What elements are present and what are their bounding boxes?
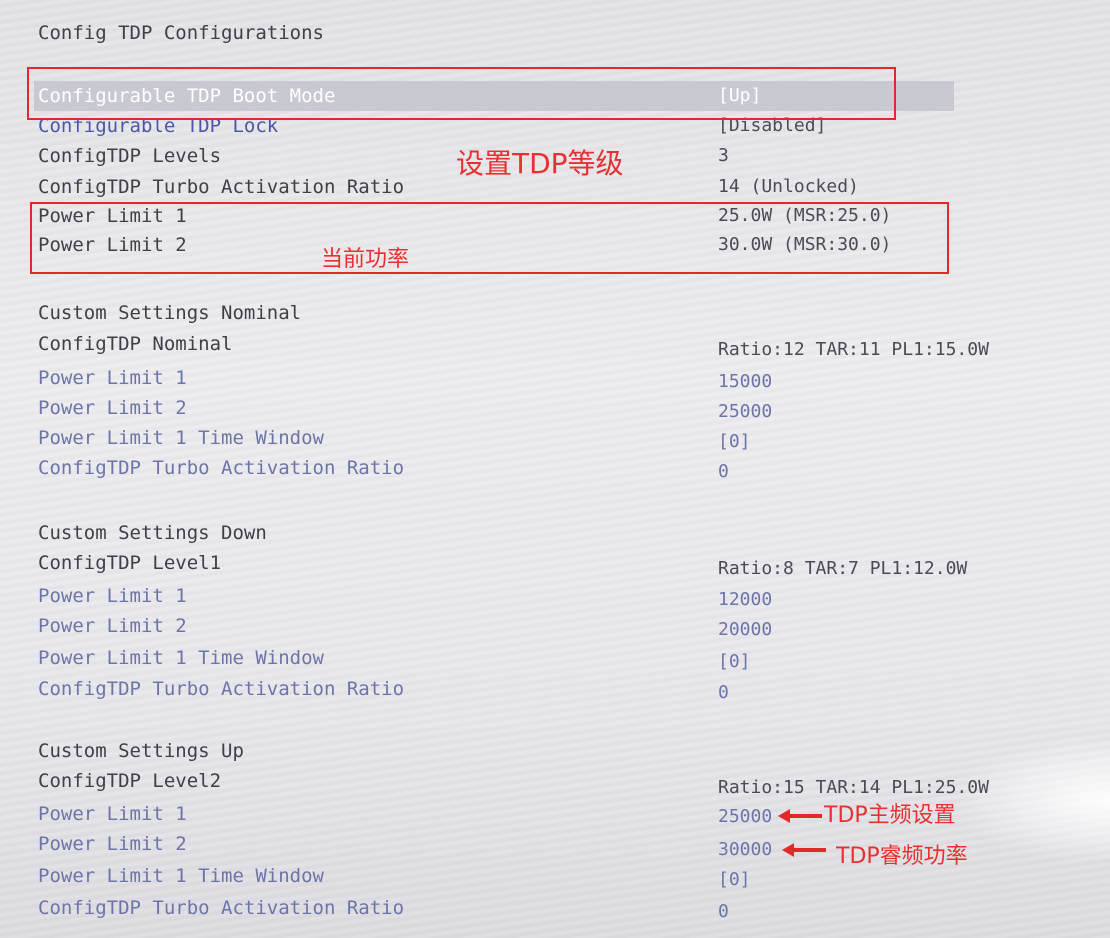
- setting-label: ConfigTDP Turbo Activation Ratio: [38, 897, 405, 919]
- setting-label: Power Limit 2: [38, 397, 187, 419]
- setting-label: Power Limit 1: [38, 585, 187, 607]
- setting-value[interactable]: 0: [718, 457, 729, 487]
- section-heading: Custom Settings Up: [38, 740, 244, 762]
- section-heading: Custom Settings Down: [38, 522, 267, 544]
- annotation-tdp-level: 设置TDP等级: [456, 147, 624, 180]
- setting-label: Power Limit 1 Time Window: [38, 865, 324, 887]
- setting-value[interactable]: 0: [718, 897, 729, 927]
- arrow-left-icon: [782, 843, 826, 857]
- down-power-limit-2[interactable]: Power Limit 2 20000: [0, 611, 1110, 641]
- summary-nominal: ConfigTDP Nominal Ratio:12 TAR:11 PL1:15…: [0, 329, 1110, 360]
- info-value: 3: [718, 145, 729, 166]
- setting-label: ConfigTDP Turbo Activation Ratio: [38, 678, 405, 700]
- setting-label: Power Limit 1 Time Window: [38, 427, 324, 449]
- setting-label: Power Limit 1: [38, 803, 187, 825]
- section-heading: Custom Settings Nominal: [38, 302, 302, 324]
- summary-label: ConfigTDP Nominal: [38, 333, 233, 355]
- setting-label: Power Limit 2: [38, 833, 187, 855]
- down-power-limit-1[interactable]: Power Limit 1 12000: [0, 581, 1110, 611]
- nominal-power-limit-2[interactable]: Power Limit 2 25000: [0, 393, 1110, 423]
- annotation-box-power-limits: [30, 202, 949, 274]
- setting-value[interactable]: [0]: [718, 865, 751, 895]
- info-label: ConfigTDP Turbo Activation Ratio: [38, 176, 405, 198]
- setting-value[interactable]: [0]: [718, 647, 751, 677]
- setting-value[interactable]: 20000: [718, 615, 772, 645]
- setting-label: ConfigTDP Turbo Activation Ratio: [38, 457, 405, 479]
- section-heading-down: Custom Settings Down: [0, 518, 1110, 548]
- annotation-tdp-turbo-power: TDP睿频功率: [836, 844, 968, 869]
- summary-value: Ratio:8 TAR:7 PL1:12.0W: [718, 558, 968, 579]
- info-label: ConfigTDP Levels: [38, 145, 222, 167]
- summary-label: ConfigTDP Level1: [38, 552, 222, 574]
- down-time-window[interactable]: Power Limit 1 Time Window [0]: [0, 643, 1110, 673]
- setting-label: Power Limit 1: [38, 367, 187, 389]
- page-title: Config TDP Configurations: [38, 22, 324, 44]
- annotation-box-boot-mode: [27, 67, 896, 120]
- nominal-time-window[interactable]: Power Limit 1 Time Window [0]: [0, 423, 1110, 453]
- setting-label: Power Limit 2: [38, 615, 187, 637]
- annotation-tdp-base-freq: TDP主频设置: [824, 803, 956, 828]
- summary-up: ConfigTDP Level2 Ratio:15 TAR:14 PL1:25.…: [0, 766, 1110, 798]
- setting-label: Power Limit 1 Time Window: [38, 647, 324, 669]
- setting-value[interactable]: 0: [718, 678, 729, 708]
- summary-label: ConfigTDP Level2: [38, 770, 222, 792]
- nominal-turbo-ratio[interactable]: ConfigTDP Turbo Activation Ratio 0: [0, 453, 1110, 483]
- section-heading-nominal: Custom Settings Nominal: [0, 298, 1110, 328]
- section-heading-up: Custom Settings Up: [0, 736, 1110, 766]
- setting-value[interactable]: 25000: [718, 802, 772, 832]
- annotation-current-power: 当前功率: [321, 247, 410, 272]
- summary-value: Ratio:12 TAR:11 PL1:15.0W: [718, 339, 989, 360]
- info-value: 14 (Unlocked): [718, 176, 859, 197]
- nominal-power-limit-1[interactable]: Power Limit 1 15000: [0, 363, 1110, 393]
- up-turbo-ratio[interactable]: ConfigTDP Turbo Activation Ratio 0: [0, 893, 1110, 923]
- arrow-left-icon: [778, 809, 822, 823]
- bios-screen: Config TDP Configurations Configurable T…: [0, 0, 1110, 938]
- summary-down: ConfigTDP Level1 Ratio:8 TAR:7 PL1:12.0W: [0, 548, 1110, 579]
- down-turbo-ratio[interactable]: ConfigTDP Turbo Activation Ratio 0: [0, 674, 1110, 704]
